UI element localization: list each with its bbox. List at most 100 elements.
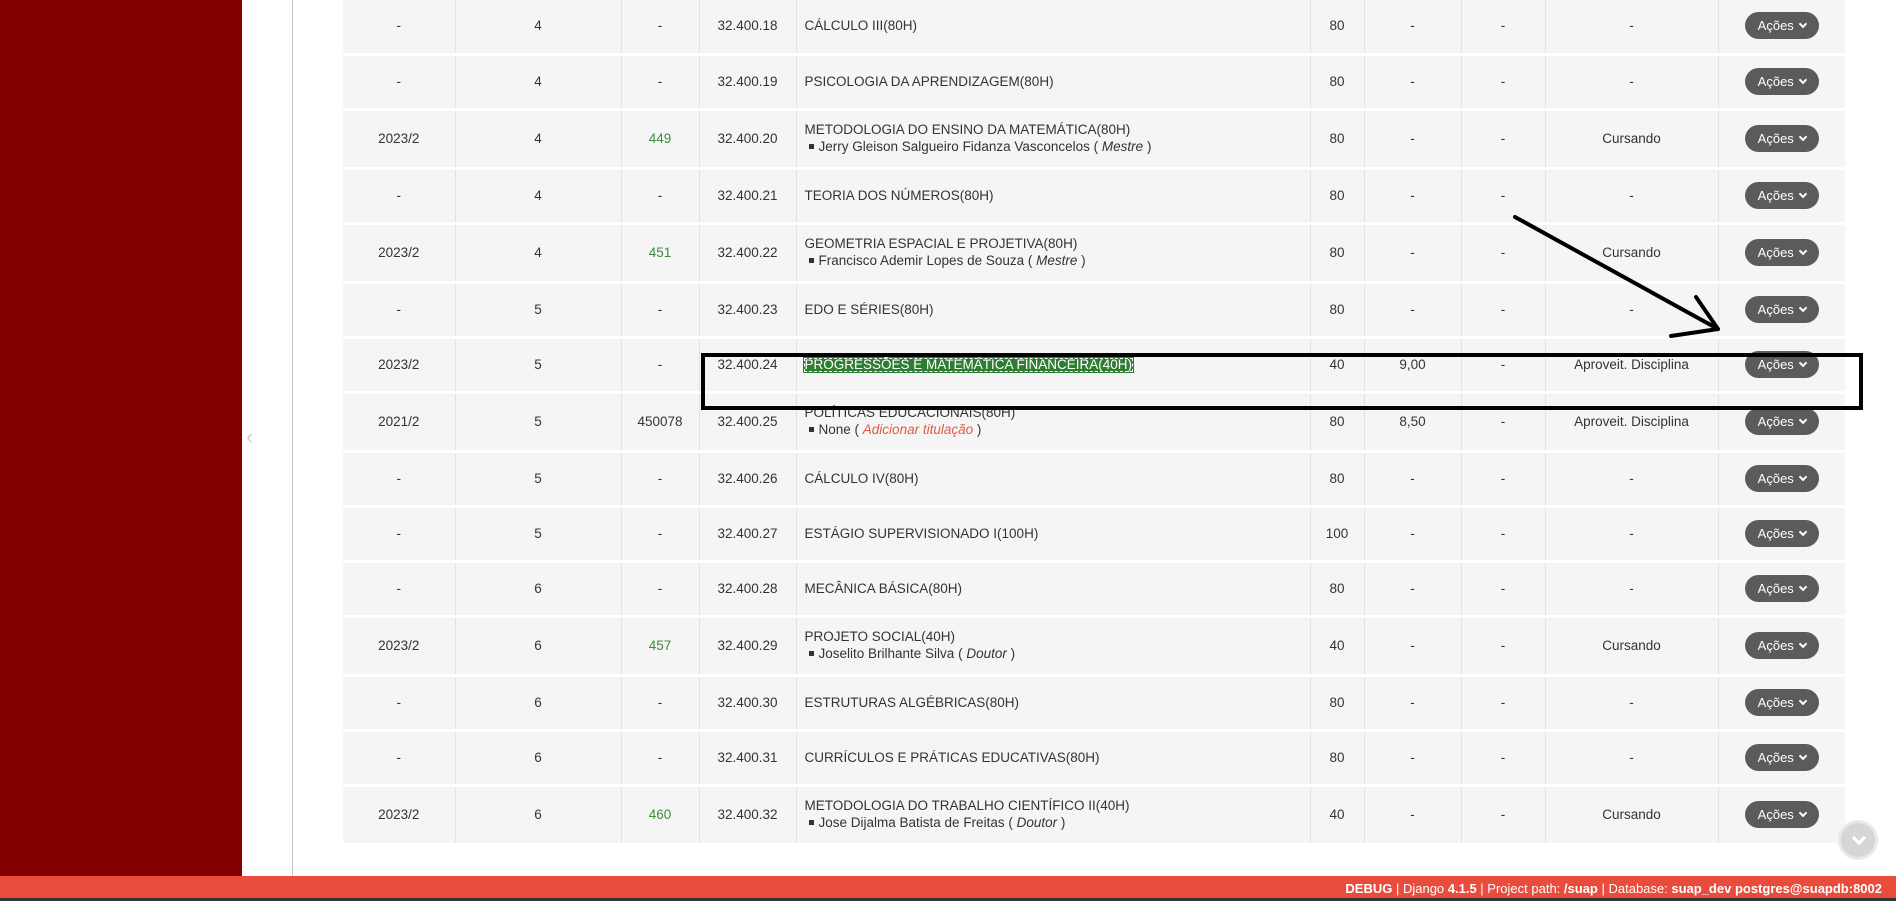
frequencia-cell: - [1461, 109, 1546, 170]
diario-cell: - [621, 282, 700, 339]
periodo-letivo-cell: - [343, 282, 456, 339]
sigla-cell: 32.400.32 [699, 785, 797, 846]
frequencia-cell: - [1461, 785, 1546, 846]
scroll-down-button[interactable] [1838, 820, 1878, 860]
table-row: -4-32.400.18 CÁLCULO III(80H) 80- - - Ações [343, 0, 1845, 56]
acoes-label: Ações [1757, 695, 1794, 710]
disciplina-cell: CÁLCULO III(80H) [796, 0, 1311, 56]
professor-close-paren: ) [1060, 815, 1066, 830]
acoes-label: Ações [1757, 18, 1794, 34]
sigla-cell: 32.400.18 [699, 0, 797, 56]
acoes-button[interactable]: Ações [1744, 575, 1819, 602]
acoes-button[interactable]: Ações [1744, 239, 1819, 266]
frequencia-cell: - [1461, 168, 1546, 225]
disciplina-name: POLÍTICAS EDUCACIONAIS(80H) [804, 405, 1016, 420]
bullet-icon [808, 257, 814, 263]
django-version: 4.1.5 [1447, 881, 1477, 896]
diario-cell[interactable]: 449 [621, 109, 700, 170]
nota-cell: - [1364, 223, 1462, 284]
frequencia-cell: - [1461, 337, 1546, 394]
periodo-letivo-cell: - [343, 561, 456, 618]
chevron-down-icon [1798, 19, 1808, 28]
sigla-cell: 32.400.23 [699, 282, 797, 339]
disciplina-name: GEOMETRIA ESPACIAL E PROJETIVA(80H) [804, 236, 1078, 251]
frequencia-cell: - [1461, 506, 1546, 563]
diario-cell: - [621, 730, 700, 787]
add-titulacao-link[interactable]: Adicionar titulação [863, 422, 973, 437]
acoes-button[interactable]: Ações [1744, 12, 1819, 40]
acoes-button[interactable]: Ações [1744, 351, 1819, 378]
periodo-letivo-cell: - [343, 0, 456, 56]
disciplinas-table: -4-32.400.18 CÁLCULO III(80H) 80- - - Ações -4… [343, 0, 1845, 846]
periodo-letivo-cell: - [343, 506, 456, 563]
periodo-letivo-cell: 2023/2 [343, 337, 456, 394]
nota-cell: - [1364, 109, 1462, 170]
professor-line: Jerry Gleison Salgueiro Fidanza Vasconce… [805, 139, 1304, 155]
diario-cell: - [621, 506, 700, 563]
acoes-button[interactable]: Ações [1744, 689, 1819, 716]
periodo-letivo-cell: 2023/2 [343, 785, 456, 846]
acoes-button[interactable]: Ações [1744, 296, 1819, 323]
periodo-letivo-cell: - [343, 451, 456, 508]
professor-line: Joselito Brilhante Silva ( Doutor ) [805, 646, 1304, 662]
professor-name: Jerry Gleison Salgueiro Fidanza Vasconce… [818, 139, 1099, 154]
professor-name: Francisco Ademir Lopes de Souza ( [818, 253, 1033, 268]
ch-cell: 80 [1310, 168, 1365, 225]
diario-cell[interactable]: 460 [621, 785, 700, 846]
acoes-button[interactable]: Ações [1744, 465, 1819, 492]
nota-cell: - [1364, 506, 1462, 563]
disciplinas-table-wrapper: -4-32.400.18 CÁLCULO III(80H) 80- - - Ações -4… [343, 0, 1845, 876]
chevron-left-icon[interactable]: ‹ [246, 426, 260, 448]
diario-cell[interactable]: 451 [621, 223, 700, 284]
frequencia-cell: - [1461, 54, 1546, 111]
diario-cell[interactable]: 457 [621, 616, 700, 677]
periodo-letivo-cell: - [343, 168, 456, 225]
acoes-button[interactable]: Ações [1744, 744, 1819, 771]
nota-cell: 9,00 [1364, 337, 1462, 394]
ch-cell: 80 [1310, 282, 1365, 339]
sigla-cell: 32.400.19 [699, 54, 797, 111]
professor-line: Francisco Ademir Lopes de Souza ( Mestre… [805, 253, 1304, 269]
diario-cell: - [621, 54, 700, 111]
acoes-button[interactable]: Ações [1744, 182, 1819, 209]
disciplina-name: PROGRESSÕES E MATEMÁTICA FINANCEIRA(40H) [802, 356, 1135, 373]
frequencia-cell: - [1461, 616, 1546, 677]
periodo-cell: 5 [455, 337, 622, 394]
nota-cell: 8,50 [1364, 392, 1462, 453]
periodo-cell: 6 [455, 561, 622, 618]
sigla-cell: 32.400.27 [699, 506, 797, 563]
disciplina-name: METODOLOGIA DO TRABALHO CIENTÍFICO II(40… [804, 798, 1130, 813]
acoes-cell: Ações [1718, 0, 1845, 56]
situacao-cell: Aproveit. Disciplina [1545, 392, 1719, 453]
acoes-button[interactable]: Ações [1744, 68, 1819, 95]
frequencia-cell: - [1461, 0, 1546, 56]
chevron-down-icon [1798, 132, 1808, 141]
acoes-button[interactable]: Ações [1744, 408, 1819, 435]
nota-cell: - [1364, 0, 1462, 56]
acoes-button[interactable]: Ações [1744, 801, 1819, 828]
sidebar [0, 0, 242, 876]
situacao-cell: - [1545, 675, 1719, 732]
disciplina-cell: METODOLOGIA DO ENSINO DA MATEMÁTICA(80H)… [796, 109, 1311, 170]
periodo-letivo-cell: 2021/2 [343, 392, 456, 453]
ch-cell: 80 [1310, 223, 1365, 284]
acoes-cell: Ações [1718, 168, 1845, 225]
disciplina-name: PSICOLOGIA DA APRENDIZAGEM(80H) [804, 73, 1054, 89]
disciplina-cell: PROGRESSÕES E MATEMÁTICA FINANCEIRA(40H) [796, 337, 1311, 394]
table-row: -6-32.400.28 MECÂNICA BÁSICA(80H) 80- - - Açõ… [343, 561, 1845, 618]
ch-cell: 80 [1310, 730, 1365, 787]
chevron-down-icon [1798, 472, 1808, 481]
acoes-cell: Ações [1718, 785, 1845, 846]
chevron-down-icon [1798, 582, 1808, 591]
acoes-button[interactable]: Ações [1744, 125, 1819, 152]
disciplina-cell: TEORIA DOS NÚMEROS(80H) [796, 168, 1311, 225]
periodo-letivo-cell: - [343, 675, 456, 732]
professor-name: Jose Dijalma Batista de Freitas ( [818, 815, 1013, 830]
periodo-letivo-cell: - [343, 54, 456, 111]
disciplina-name: ESTÁGIO SUPERVISIONADO I(100H) [804, 525, 1039, 541]
acoes-cell: Ações [1718, 451, 1845, 508]
disciplina-cell: ESTÁGIO SUPERVISIONADO I(100H) [796, 506, 1311, 563]
acoes-button[interactable]: Ações [1744, 520, 1819, 547]
acoes-button[interactable]: Ações [1744, 632, 1819, 659]
acoes-cell: Ações [1718, 561, 1845, 618]
